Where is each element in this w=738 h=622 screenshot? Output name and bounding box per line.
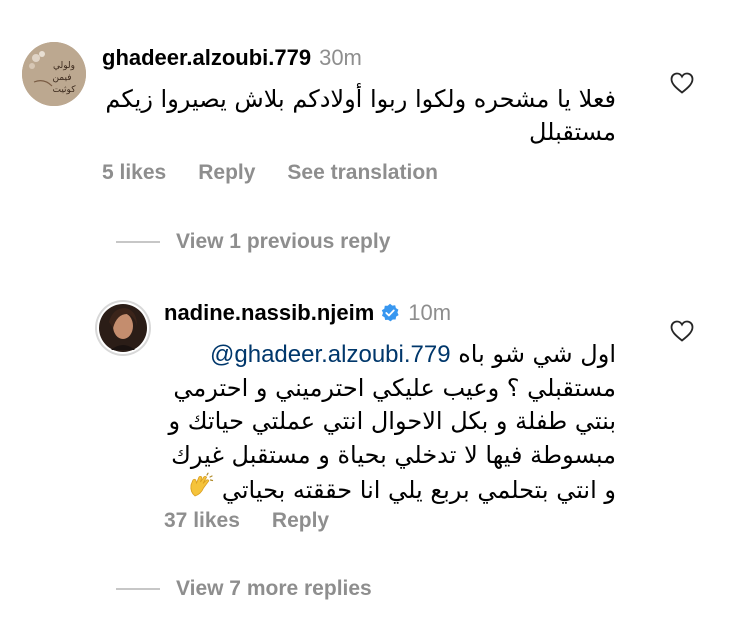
- svg-text:فيمن: فيمن: [52, 73, 71, 83]
- comment-text-line: مستقبلي ؟ وعيب عليكي احترميني و احترمي: [173, 373, 616, 402]
- heart-icon[interactable]: [670, 320, 694, 342]
- comment-text-line: و انتي بتحلمي بربع يلي انا حققته بحياتي: [160, 472, 616, 510]
- svg-text:كوثيت: كوثيت: [53, 85, 77, 95]
- comment-text-line: بنتي طفلة و بكل الاحوال انتي عملتي حياتك…: [168, 407, 616, 435]
- likes-count[interactable]: 37 likes: [164, 509, 240, 533]
- heart-icon[interactable]: [670, 72, 694, 94]
- comment-text-segment: اول شي شو باه: [458, 340, 616, 368]
- avatar-image: ولولي فيمن كوثيت: [22, 42, 86, 106]
- comment-text-line: اول شي شو باه @ghadeer.alzoubi.779: [160, 338, 616, 372]
- divider-line: [116, 241, 160, 243]
- svg-text:ولولي: ولولي: [53, 61, 75, 71]
- reply-button[interactable]: Reply: [272, 509, 329, 533]
- verified-badge-icon: [382, 303, 399, 322]
- view-more-replies[interactable]: View 7 more replies: [116, 577, 372, 601]
- username[interactable]: ghadeer.alzoubi.779: [102, 45, 311, 71]
- comment-text: فعلا يا مشحره ولكوا ربوا أولادكم بلاش يص…: [100, 83, 616, 149]
- view-previous-label: View 1 previous reply: [176, 230, 391, 253]
- divider-line: [116, 588, 160, 590]
- timestamp: 10m: [408, 300, 452, 325]
- see-translation-button[interactable]: See translation: [287, 161, 438, 185]
- comment-text-line: مستقبلل: [528, 118, 616, 146]
- avatar[interactable]: ولولي فيمن كوثيت: [22, 42, 86, 106]
- comment-text-line: فعلا يا مشحره ولكوا ربوا أولادكم بلاش يص…: [105, 85, 616, 113]
- timestamp: 30m: [319, 45, 362, 70]
- comment-text-segment: و انتي بتحلمي بربع يلي انا حققته بحياتي: [221, 475, 616, 504]
- username[interactable]: nadine.nassib.njeim: [164, 300, 374, 326]
- avatar[interactable]: [97, 302, 149, 354]
- likes-count[interactable]: 5 likes: [102, 161, 166, 185]
- mention-link[interactable]: @ghadeer.alzoubi.779: [210, 341, 451, 368]
- view-more-label: View 7 more replies: [176, 577, 372, 600]
- comment-text: اول شي شو باه @ghadeer.alzoubi.779 مستقب…: [160, 338, 616, 510]
- comment-text-line: مبسوطة فيها لا تدخلي بحياة و مستقبل غيرك: [171, 440, 616, 469]
- reply-button[interactable]: Reply: [198, 161, 255, 185]
- avatar-image: [99, 304, 147, 352]
- view-previous-replies[interactable]: View 1 previous reply: [116, 230, 390, 254]
- clapping-hands-icon: [186, 472, 214, 510]
